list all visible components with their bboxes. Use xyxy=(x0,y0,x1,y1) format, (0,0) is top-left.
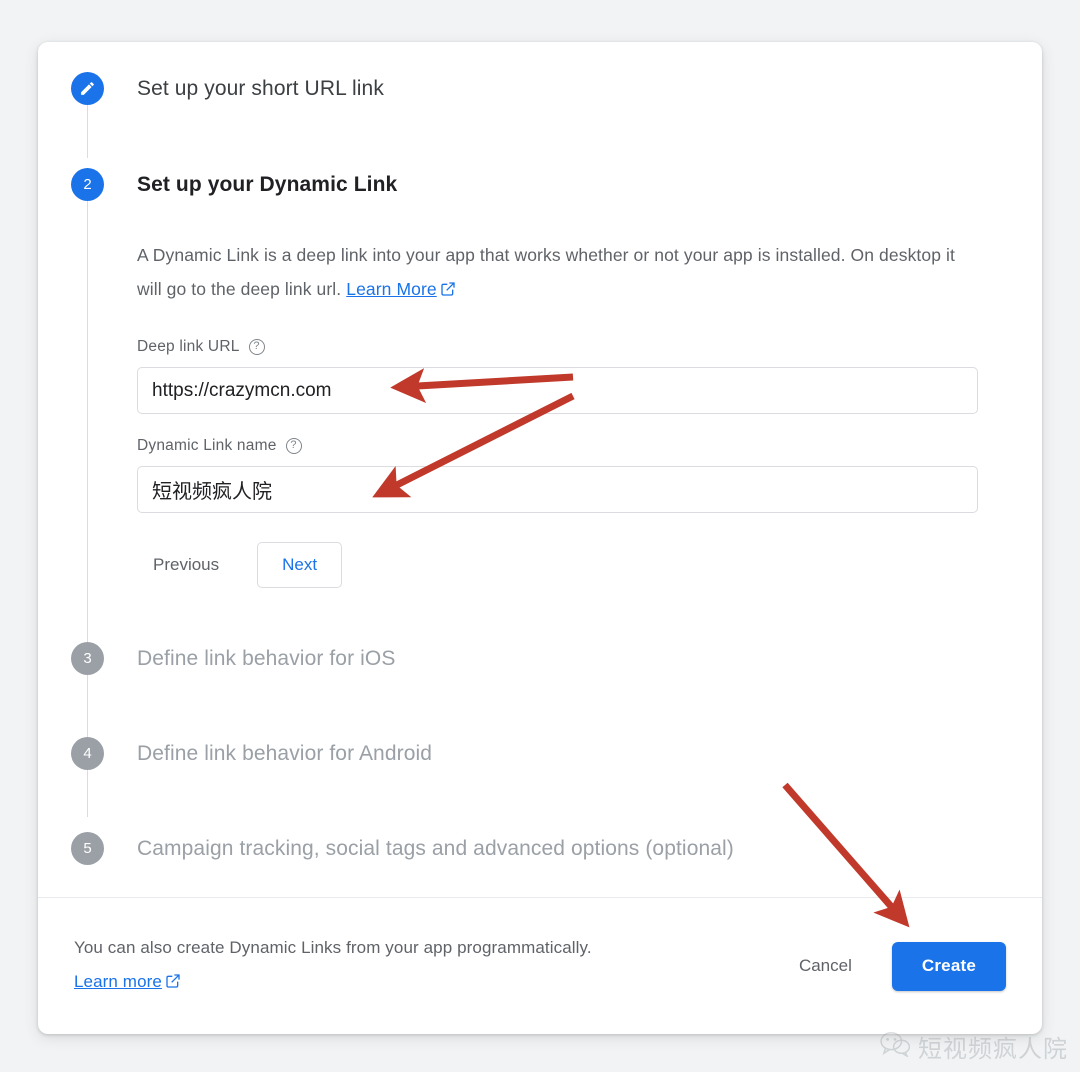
step-3-gutter: 3 xyxy=(38,642,137,722)
step-2-marker: 2 xyxy=(71,168,104,201)
wechat-icon xyxy=(880,1031,911,1062)
previous-button[interactable]: Previous xyxy=(137,545,235,585)
footer-learn-more-row: Learn more xyxy=(74,965,592,1001)
step-2-nav-buttons: Previous Next xyxy=(137,542,1042,588)
footer-external-link-icon[interactable] xyxy=(165,967,181,1001)
footer-learn-more-link[interactable]: Learn more xyxy=(74,972,162,991)
card-footer: You can also create Dynamic Links from y… xyxy=(38,898,1042,1034)
dynamic-link-name-label: Dynamic Link name xyxy=(137,437,277,454)
step-2-description: A Dynamic Link is a deep link into your … xyxy=(137,238,982,308)
deep-link-url-input[interactable] xyxy=(137,367,978,414)
step-2-description-text: A Dynamic Link is a deep link into your … xyxy=(137,245,955,299)
step-1-title: Set up your short URL link xyxy=(137,77,384,100)
deep-link-url-label: Deep link URL xyxy=(137,338,240,355)
dynamic-link-name-help-icon[interactable]: ? xyxy=(285,438,302,454)
step-5-gutter: 5 xyxy=(38,832,137,865)
watermark-text: 短视频疯人院 xyxy=(918,1035,1068,1063)
footer-actions: Cancel Create xyxy=(781,941,1006,991)
step-4-marker: 4 xyxy=(71,737,104,770)
setup-stepper: Set up your short URL link 2 Set up your… xyxy=(38,42,1042,880)
step-4-gutter: 4 xyxy=(38,737,137,817)
footer-learn-more-label: Learn more xyxy=(74,972,162,991)
cancel-button[interactable]: Cancel xyxy=(781,944,870,988)
step-4-title: Define link behavior for Android xyxy=(137,742,433,765)
learn-more-link-label: Learn More xyxy=(346,279,437,299)
pencil-icon xyxy=(81,82,94,95)
create-button[interactable]: Create xyxy=(891,941,1006,991)
footer-note-block: You can also create Dynamic Links from y… xyxy=(74,931,592,1001)
external-link-icon[interactable] xyxy=(440,274,456,308)
deep-link-url-help-icon[interactable]: ? xyxy=(248,339,265,355)
watermark: 短视频疯人院 xyxy=(880,1029,1068,1064)
next-button[interactable]: Next xyxy=(257,542,343,588)
dynamic-link-name-input[interactable] xyxy=(137,466,978,513)
step-5-campaign-tracking[interactable]: 5 Campaign tracking, social tags and adv… xyxy=(38,832,1042,880)
step-5-title: Campaign tracking, social tags and advan… xyxy=(137,837,734,860)
step-3-marker: 3 xyxy=(71,642,104,675)
learn-more-link[interactable]: Learn More xyxy=(346,279,437,299)
step-3-connector xyxy=(86,675,88,722)
step-1-short-url[interactable]: Set up your short URL link xyxy=(38,72,1042,158)
step-1-marker xyxy=(71,72,104,105)
dynamic-link-name-label-row: Dynamic Link name ? xyxy=(137,437,1042,455)
step-1-gutter xyxy=(38,72,137,158)
deep-link-url-label-row: Deep link URL ? xyxy=(137,338,1042,356)
step-2-body: A Dynamic Link is a deep link into your … xyxy=(137,238,1042,588)
step-4-connector xyxy=(86,770,88,817)
step-4-android-behavior[interactable]: 4 Define link behavior for Android xyxy=(38,737,1042,817)
step-3-title: Define link behavior for iOS xyxy=(137,647,396,670)
step-1-connector xyxy=(86,105,88,158)
step-2-title: Set up your Dynamic Link xyxy=(137,173,398,196)
step-5-marker: 5 xyxy=(71,832,104,865)
step-2-dynamic-link: 2 Set up your Dynamic Link A Dynamic Lin… xyxy=(38,168,1042,746)
step-2-gutter: 2 xyxy=(38,168,137,746)
dynamic-link-creation-card: Set up your short URL link 2 Set up your… xyxy=(38,42,1042,1034)
step-3-ios-behavior[interactable]: 3 Define link behavior for iOS xyxy=(38,642,1042,722)
footer-note: You can also create Dynamic Links from y… xyxy=(74,938,592,957)
